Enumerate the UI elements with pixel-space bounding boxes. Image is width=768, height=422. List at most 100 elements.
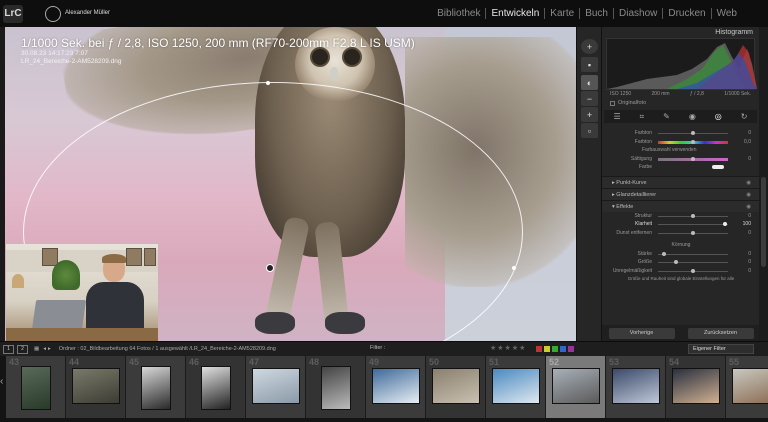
slider-knob[interactable]	[691, 139, 695, 144]
filmstrip-right-arrow-icon[interactable]: ›	[756, 376, 766, 394]
add-mask-icon[interactable]: +	[581, 39, 598, 54]
slider-row-hue[interactable]: Farbton 0,0	[602, 138, 759, 147]
section-point-curve[interactable]: ▸ Punkt-Kurve ◉	[602, 175, 759, 188]
view-primary-button[interactable]: 1	[3, 344, 14, 354]
heal-icon[interactable]: ✎	[663, 112, 670, 121]
back-arrow-icon[interactable]: ◂	[43, 346, 46, 352]
filmstrip-thumbnail[interactable]	[612, 368, 660, 404]
folder-path[interactable]: Ordner : 02_Bildbearbeitung 64 Fotos / 1…	[59, 346, 276, 352]
filmstrip-cell[interactable]: 45	[126, 356, 186, 418]
mask-add-icon[interactable]: +	[581, 107, 598, 122]
grid-icon[interactable]: ▦	[34, 346, 39, 352]
original-photo-toggle[interactable]: Originalfoto	[610, 100, 751, 106]
color-label-purple[interactable]	[568, 346, 574, 352]
filmstrip-cell[interactable]: 53	[606, 356, 666, 418]
reset-button[interactable]: Zurücksetzen	[687, 327, 754, 339]
module-buch[interactable]: Buch	[580, 8, 614, 19]
module-drucken[interactable]: Drucken	[663, 8, 712, 19]
mask-thumb-active-icon[interactable]: ◐	[581, 75, 598, 90]
filmstrip-cell-number: 53	[609, 357, 620, 367]
slider-row-struktur[interactable]: Struktur 0	[602, 212, 759, 221]
filmstrip-thumbnail[interactable]	[141, 366, 171, 410]
panel-scrollbar[interactable]	[759, 27, 768, 341]
filmstrip-cell[interactable]: 44	[66, 356, 126, 418]
mask-thumb-icon[interactable]: ▪	[581, 57, 598, 72]
mask-subtract-icon[interactable]: −	[581, 91, 598, 106]
slider-knob[interactable]	[691, 230, 695, 235]
section-gloss[interactable]: ▸ Glanzdetaillierer ◉	[602, 187, 759, 200]
filmstrip-thumbnail[interactable]	[552, 368, 600, 404]
filmstrip-thumbnail[interactable]	[672, 368, 720, 404]
original-photo-checkbox[interactable]	[610, 100, 615, 106]
color-label-blue[interactable]	[560, 346, 566, 352]
slider-knob[interactable]	[691, 268, 695, 273]
module-web[interactable]: Web	[712, 8, 742, 19]
filmstrip-cell[interactable]: 43	[6, 356, 66, 418]
mask-handle-top[interactable]	[266, 81, 270, 85]
slider-row-saturation[interactable]: Sättigung 0	[602, 155, 759, 164]
filmstrip-cell[interactable]: 48	[306, 356, 366, 418]
previous-button[interactable]: Vorherige	[608, 327, 675, 339]
slider-value: 0	[748, 259, 751, 265]
module-diashow[interactable]: Diashow	[614, 8, 664, 19]
filmstrip-thumbnail[interactable]	[432, 368, 480, 404]
histogram-title[interactable]: Histogramm	[602, 27, 759, 38]
rating-filter[interactable]: ★★★★★	[490, 344, 526, 352]
filmstrip-cell-number: 54	[669, 357, 680, 367]
crop-icon[interactable]: ⌗	[640, 112, 645, 122]
slider-row-klarheit[interactable]: Klarheit 100	[602, 220, 759, 229]
use-color-picker-row[interactable]: Farbauswahl verwenden	[602, 146, 759, 155]
color-label-yellow[interactable]	[544, 346, 550, 352]
slider-label: Größe	[637, 259, 652, 265]
slider-row-grain-roughness[interactable]: Unregelmäßigkeit 0	[602, 267, 759, 276]
module-bibliothek[interactable]: Bibliothek	[432, 8, 487, 19]
redeye-icon[interactable]: ◉	[689, 112, 696, 121]
color-label-filter[interactable]	[536, 346, 576, 352]
slider-knob[interactable]	[691, 131, 695, 135]
edit-icon[interactable]: ☰	[613, 112, 620, 121]
filmstrip-thumbnail[interactable]	[321, 366, 351, 410]
slider-label: Stärke	[637, 250, 652, 257]
section-label: Glanzdetaillierer	[616, 191, 657, 198]
slider-knob[interactable]	[691, 156, 695, 161]
filmstrip-thumbnail[interactable]	[72, 368, 120, 404]
forward-arrow-icon[interactable]: ▸	[48, 346, 51, 352]
slider-row-dunst[interactable]: Dunst entfernen 0	[602, 229, 759, 238]
view-secondary-button[interactable]: 2	[17, 344, 28, 354]
filmstrip-thumbnail[interactable]	[21, 366, 51, 410]
slider-knob[interactable]	[723, 222, 727, 226]
slider-row-grain-size[interactable]: Größe 0	[602, 258, 759, 267]
filmstrip-cell[interactable]: 47	[246, 356, 306, 418]
slider-knob[interactable]	[674, 260, 678, 264]
filmstrip-cell[interactable]: 51	[486, 356, 546, 418]
filmstrip-cell[interactable]: 52	[546, 356, 606, 418]
slider-row-grain-amount[interactable]: Stärke 0	[602, 250, 759, 259]
panel-scrollbar-thumb[interactable]	[761, 177, 766, 267]
preset-icon[interactable]: ↻	[741, 112, 748, 121]
section-effects[interactable]: ▾ Effekte ◉	[602, 199, 759, 212]
slider-row-hue-top[interactable]: Farbton 0	[602, 129, 759, 138]
filmstrip-thumbnail[interactable]	[492, 368, 540, 404]
color-swatch[interactable]	[712, 165, 724, 169]
color-label-green[interactable]	[552, 346, 558, 352]
masking-icon[interactable]: ◎	[715, 112, 722, 121]
slider-knob[interactable]	[691, 213, 695, 218]
filter-preset-select[interactable]: Eigener Filter	[688, 344, 754, 354]
filmstrip-thumbnail[interactable]	[201, 366, 231, 410]
filmstrip-cell[interactable]: 54	[666, 356, 726, 418]
histogram[interactable]	[606, 38, 757, 90]
filmstrip-cell[interactable]: 50	[426, 356, 486, 418]
module-karte[interactable]: Karte	[545, 8, 581, 19]
slider-knob[interactable]	[662, 251, 666, 256]
filmstrip-thumbnail[interactable]	[252, 368, 300, 404]
filmstrip-thumbnail[interactable]	[372, 368, 420, 404]
color-label-red[interactable]	[536, 346, 542, 352]
webcam-lamp	[12, 274, 24, 288]
mask-pin[interactable]	[266, 264, 274, 272]
module-entwickeln[interactable]: Entwickeln	[486, 8, 546, 19]
filmstrip-cell[interactable]: 46	[186, 356, 246, 418]
mask-handle-right[interactable]	[512, 266, 516, 270]
filmstrip-cell[interactable]: 49	[366, 356, 426, 418]
color-row[interactable]: Farbe	[602, 163, 759, 172]
mask-invert-icon[interactable]: ▫	[581, 123, 598, 138]
